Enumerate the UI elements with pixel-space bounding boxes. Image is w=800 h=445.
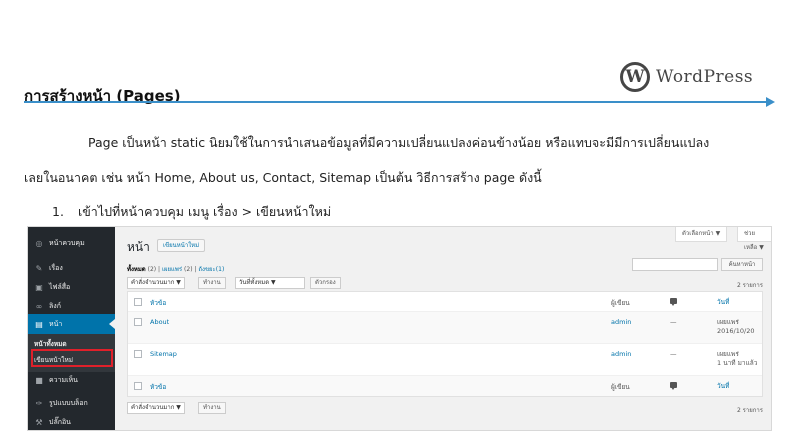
table-footer: หัวข้อ ผู้เขียน วันที่ (128, 376, 762, 396)
wordpress-wordmark: WordPress (656, 67, 754, 87)
select-all-checkbox-footer[interactable] (134, 382, 142, 390)
table-header: หัวข้อ ผู้เขียน วันที่ (128, 292, 762, 312)
paragraph-line-1: Page เป็นหน้า static นิยมใช้ในการนำเสนอข… (88, 135, 710, 150)
wordpress-logo: W WordPress (620, 62, 753, 92)
page-title: หน้า (127, 240, 150, 254)
comment-bubble-icon (670, 382, 677, 390)
row-comments: — (670, 350, 677, 358)
wordpress-mark-icon: W (620, 62, 650, 92)
table-row: About admin — เผยแพร่ 2016/10/20 (128, 312, 762, 344)
view-trash[interactable]: ถังขยะ (198, 266, 215, 273)
filter-button[interactable]: ตัวกรอง (310, 277, 341, 289)
add-new-page-button[interactable]: เขียนหน้าใหม่ (157, 239, 206, 252)
sidebar-item-plugins[interactable]: ⚒ ปลั๊กอิน (28, 412, 115, 430)
admin-main: ตัวเลือกหน้า ▼ ช่วยเหลือ ▼ หน้า เขียนหน้… (115, 227, 771, 430)
sidebar-item-comments[interactable]: ■ ความเห็น (28, 370, 115, 390)
column-title-footer[interactable]: หัวข้อ (150, 382, 166, 392)
item-count-bottom: 2 รายการ (736, 407, 763, 414)
apply-button[interactable]: ทำงาน (198, 277, 226, 289)
sidebar-item-links[interactable]: ∞ ลิงก์ (28, 296, 115, 316)
row-author[interactable]: admin (611, 318, 631, 326)
sidebar-item-posts[interactable]: ✎ เรื่อง (28, 258, 115, 278)
screen-options-button[interactable]: ตัวเลือกหน้า ▼ (675, 227, 728, 242)
apply-button-bottom[interactable]: ทำงาน (198, 402, 226, 414)
comment-icon: ■ (35, 375, 43, 385)
column-date-footer[interactable]: วันที่ (717, 382, 729, 391)
help-button[interactable]: ช่วยเหลือ ▼ (737, 227, 771, 251)
add-new-highlight-box (31, 349, 113, 367)
row-comments: — (670, 318, 677, 326)
submenu-all-pages[interactable]: หน้าทั้งหมด (34, 339, 67, 349)
pages-table: หัวข้อ ผู้เขียน วันที่ About admin — เผย… (127, 291, 763, 397)
media-icon: ▣ (35, 282, 43, 292)
column-author-footer: ผู้เขียน (611, 383, 630, 391)
comment-bubble-icon (670, 298, 677, 306)
page-icon: ▤ (35, 319, 43, 329)
row-checkbox[interactable] (134, 318, 142, 326)
row-title-link[interactable]: About (150, 318, 169, 326)
step-text: เข้าไปที่หน้าควบคุม เมนู เรื่อง > เขียนห… (77, 204, 332, 219)
sidebar-item-appearance[interactable]: ✑ รูปแบบบล็อก (28, 393, 115, 413)
table-row: Sitemap admin — เผยแพร่ 1 นาที มาแล้ว (128, 344, 762, 376)
row-title-link[interactable]: Sitemap (150, 350, 177, 358)
underline-arrow-icon (766, 97, 775, 107)
date-filter-select[interactable]: วันที่ทั้งหมด ▼ (235, 277, 305, 289)
bulk-action-select-bottom[interactable]: คำสั่งจำนวนมาก ▼ (127, 402, 185, 414)
link-icon: ∞ (35, 301, 43, 311)
sidebar-item-dashboard[interactable]: ◎ หน้าควบคุม (28, 233, 115, 253)
plugin-icon: ⚒ (35, 417, 43, 427)
step-1: 1. เข้าไปที่หน้าควบคุม เมนู เรื่อง > เขี… (52, 202, 331, 222)
row-date: เผยแพร่ 2016/10/20 (717, 318, 755, 335)
search-pages-button[interactable]: ค้นหาหน้า (721, 258, 763, 271)
pin-icon: ✎ (35, 263, 43, 273)
section-heading: การสร้างหน้า (Pages) (24, 87, 181, 105)
dashboard-icon: ◎ (35, 238, 43, 248)
view-published[interactable]: เผยแพร่ (162, 266, 182, 273)
appearance-icon: ✑ (35, 398, 43, 408)
row-checkbox[interactable] (134, 350, 142, 358)
wp-admin-screenshot: ◎ หน้าควบคุม ✎ เรื่อง ▣ ไฟล์สื่อ ∞ ลิงก์… (27, 226, 772, 431)
item-count-top: 2 รายการ (736, 282, 763, 289)
sidebar-item-media[interactable]: ▣ ไฟล์สื่อ (28, 277, 115, 297)
column-author: ผู้เขียน (611, 299, 630, 307)
column-date[interactable]: วันที่ (717, 298, 729, 307)
bulk-action-select[interactable]: คำสั่งจำนวนมาก ▼ (127, 277, 185, 289)
paragraph-line-2: เลยในอนาคต เช่น หน้า Home, About us, Con… (24, 170, 542, 185)
select-all-checkbox[interactable] (134, 298, 142, 306)
step-number: 1. (52, 204, 64, 219)
search-input[interactable] (632, 258, 718, 271)
sidebar-item-pages[interactable]: ▤ หน้า (28, 314, 115, 334)
row-date: เผยแพร่ 1 นาที มาแล้ว (717, 350, 758, 367)
column-title[interactable]: หัวข้อ (150, 298, 166, 308)
view-all[interactable]: ทั้งหมด (127, 266, 146, 273)
admin-sidebar: ◎ หน้าควบคุม ✎ เรื่อง ▣ ไฟล์สื่อ ∞ ลิงก์… (28, 227, 115, 430)
row-author[interactable]: admin (611, 350, 631, 358)
heading-underline (24, 101, 768, 103)
status-views: ทั้งหมด (2) | เผยแพร่ (2) | ถังขยะ(1) (127, 266, 225, 273)
